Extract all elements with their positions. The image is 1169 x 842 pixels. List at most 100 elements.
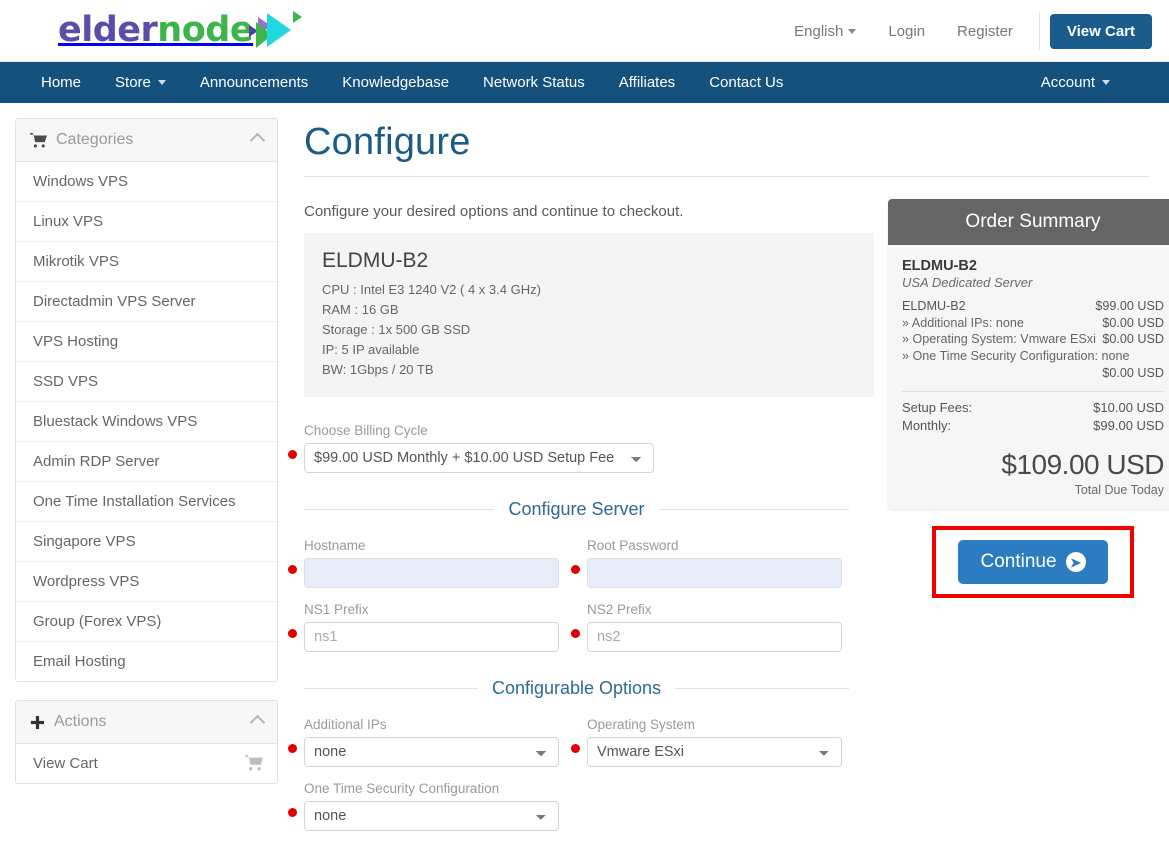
sidebar-item-mikrotik-vps[interactable]: Mikrotik VPS <box>16 242 277 281</box>
view-cart-button[interactable]: View Cart <box>1049 13 1152 49</box>
nav-right-group: Account <box>1024 62 1127 103</box>
summary-line-amount: $99.00 USD <box>1095 299 1164 313</box>
root-password-input[interactable] <box>587 558 842 589</box>
required-indicator-icon <box>571 629 580 639</box>
summary-setup-fees-label: Setup Fees: <box>902 399 973 415</box>
configure-server-divider: Configure Server <box>304 499 850 520</box>
sidebar-action-view-cart[interactable]: View Cart <box>16 744 277 783</box>
billing-cycle-select[interactable]: $99.00 USD Monthly + $10.00 USD Setup Fe… <box>304 443 654 474</box>
sidebar-item-bluestack-windows-vps[interactable]: Bluestack Windows VPS <box>16 402 277 441</box>
site-header: eldernode English Login Register View Ca… <box>0 0 1169 62</box>
summary-line-label: ELDMU-B2 <box>902 299 966 313</box>
nav-item-network-status[interactable]: Network Status <box>466 62 602 103</box>
summary-line-amount: $0.00 USD <box>1102 365 1164 380</box>
spec-bandwidth: BW: 1Gbps / 20 TB <box>322 361 434 377</box>
list-item: Admin RDP Server <box>16 442 277 482</box>
sidebar-item-windows-vps[interactable]: Windows VPS <box>16 162 277 201</box>
nav-item-contact-us[interactable]: Contact Us <box>692 62 800 103</box>
spec-ip: IP: 5 IP available <box>322 341 420 357</box>
sidebar-item-wordpress-vps[interactable]: Wordpress VPS <box>16 562 277 601</box>
nav-label: Knowledgebase <box>342 74 450 91</box>
list-item: View Cart <box>16 744 277 783</box>
actions-panel-header[interactable]: Actions <box>16 701 277 744</box>
summary-divider <box>902 390 1164 392</box>
summary-product-name: ELDMU-B2 <box>902 258 977 274</box>
summary-line-label: » One Time Security Configuration: none <box>902 349 1130 364</box>
hostname-input[interactable] <box>304 558 559 589</box>
ns2-prefix-input[interactable] <box>587 622 842 653</box>
sidebar-item-one-time-installation-services[interactable]: One Time Installation Services <box>16 482 277 521</box>
list-item: SSD VPS <box>16 362 277 402</box>
configure-server-heading: Configure Server <box>508 499 645 520</box>
plus-icon <box>30 715 45 730</box>
ns2-prefix-label: NS2 Prefix <box>587 602 652 618</box>
language-label: English <box>794 22 844 40</box>
required-indicator-icon <box>288 629 297 639</box>
continue-button[interactable]: Continue ➤ <box>958 540 1108 585</box>
spec-cpu: CPU : Intel E3 1240 V2 ( 4 x 3.4 GHz) <box>322 282 541 297</box>
actions-panel: Actions View Cart <box>15 700 278 784</box>
security-configuration-select[interactable]: none <box>304 801 559 832</box>
continue-highlight-box: Continue ➤ <box>932 526 1134 599</box>
nav-item-affiliates[interactable]: Affiliates <box>602 62 692 103</box>
shopping-cart-icon <box>245 755 263 775</box>
summary-monthly-amount: $99.00 USD <box>1093 417 1164 433</box>
summary-product-group: USA Dedicated Server <box>902 275 1033 290</box>
configure-form-column: Configure your desired options and conti… <box>288 177 874 842</box>
language-selector[interactable]: English <box>778 23 872 40</box>
configurable-options-row-1: Additional IPs none Operating System Vmw… <box>288 717 874 768</box>
security-configuration-label: One Time Security Configuration <box>304 781 500 797</box>
logo-text-node: node <box>157 9 254 50</box>
sidebar-item-group-forex-vps[interactable]: Group (Forex VPS) <box>16 602 277 641</box>
spec-storage: Storage : 1x 500 GB SSD <box>322 321 471 337</box>
summary-line-amount: $0.00 USD <box>1102 315 1164 330</box>
summary-total-caption: Total Due Today <box>1074 483 1164 498</box>
nav-item-account[interactable]: Account <box>1024 74 1127 91</box>
sidebar-item-email-hosting[interactable]: Email Hosting <box>16 642 277 681</box>
operating-system-select[interactable]: Vmware ESxi <box>587 737 842 768</box>
register-link[interactable]: Register <box>941 23 1029 40</box>
nav-label: Contact Us <box>709 74 784 91</box>
additional-ips-select[interactable]: none <box>304 737 559 768</box>
logo-play-arrows-icon <box>247 8 305 52</box>
sidebar-item-ssd-vps[interactable]: SSD VPS <box>16 362 277 401</box>
configurable-options-divider: Configurable Options <box>304 678 850 699</box>
summary-line-label: » Operating System: Vmware ESxi <box>902 332 1096 347</box>
order-summary-panel: Order Summary ELDMU-B2 USA Dedicated Ser… <box>888 199 1169 510</box>
primary-navigation: Home Store Announcements Knowledgebase N… <box>0 62 1169 103</box>
sidebar: Categories Windows VPS Linux VPS Mikroti… <box>0 103 278 842</box>
ns1-prefix-input[interactable] <box>304 622 559 653</box>
nav-label: Store <box>115 74 151 91</box>
required-indicator-icon <box>288 808 297 818</box>
summary-line-item: » Additional IPs: none $0.00 USD <box>902 315 1164 332</box>
summary-setup-fees-amount: $10.00 USD <box>1093 399 1164 415</box>
list-item: Linux VPS <box>16 202 277 242</box>
nav-item-home[interactable]: Home <box>24 62 98 103</box>
categories-panel-header[interactable]: Categories <box>16 119 277 162</box>
nav-label: Account <box>1040 74 1095 91</box>
main-content: Configure Configure your desired options… <box>278 103 1169 842</box>
summary-monthly-label: Monthly: <box>902 417 952 433</box>
billing-cycle-label: Choose Billing Cycle <box>304 423 428 439</box>
sidebar-item-linux-vps[interactable]: Linux VPS <box>16 202 277 241</box>
nav-item-announcements[interactable]: Announcements <box>183 62 325 103</box>
login-link[interactable]: Login <box>872 23 941 40</box>
nav-item-knowledgebase[interactable]: Knowledgebase <box>325 62 466 103</box>
required-indicator-icon <box>571 744 580 754</box>
security-configuration-field: One Time Security Configuration none <box>288 781 559 832</box>
categories-panel: Categories Windows VPS Linux VPS Mikroti… <box>15 118 278 682</box>
list-item: Wordpress VPS <box>16 562 277 602</box>
continue-button-label: Continue <box>980 551 1057 573</box>
sidebar-item-admin-rdp-server[interactable]: Admin RDP Server <box>16 442 277 481</box>
operating-system-field: Operating System Vmware ESxi <box>571 717 842 768</box>
list-item: Directadmin VPS Server <box>16 282 277 322</box>
sidebar-item-singapore-vps[interactable]: Singapore VPS <box>16 522 277 561</box>
sidebar-item-vps-hosting[interactable]: VPS Hosting <box>16 322 277 361</box>
site-logo[interactable]: eldernode <box>58 6 305 54</box>
sidebar-item-directadmin-vps-server[interactable]: Directadmin VPS Server <box>16 282 277 321</box>
list-item: One Time Installation Services <box>16 482 277 522</box>
list-item: Singapore VPS <box>16 522 277 562</box>
nav-item-store[interactable]: Store <box>98 62 183 103</box>
configurable-options-row-2: One Time Security Configuration none <box>288 781 874 832</box>
list-item: VPS Hosting <box>16 322 277 362</box>
